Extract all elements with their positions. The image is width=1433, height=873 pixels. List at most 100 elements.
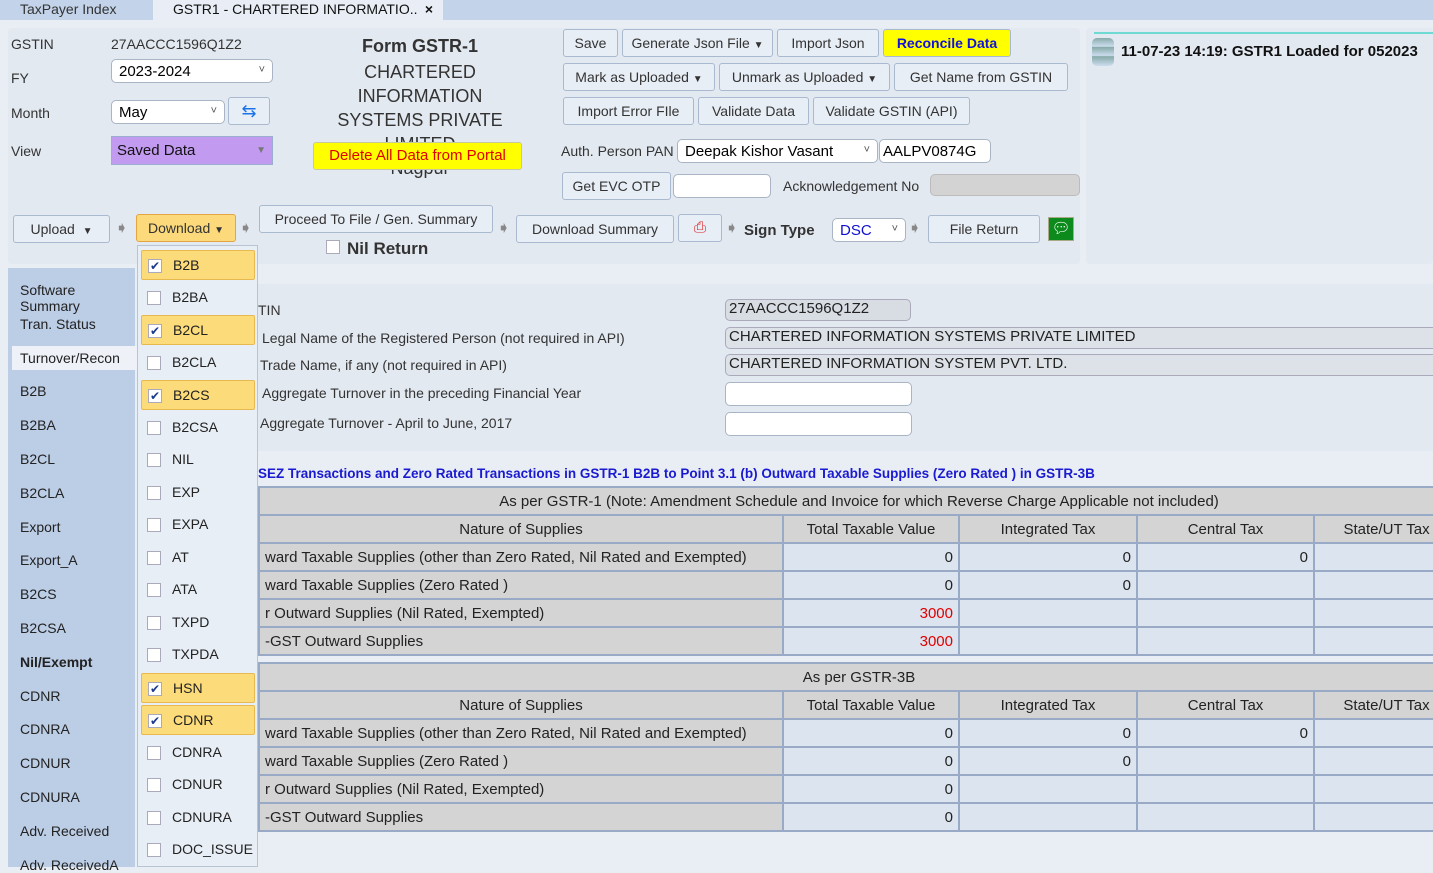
agg-turnover-prev-input[interactable]	[725, 382, 912, 406]
delete-all-data-button[interactable]: Delete All Data from Portal	[313, 142, 522, 170]
nil-return-checkbox[interactable]	[326, 240, 340, 254]
tab-taxpayer-index[interactable]: TaxPayer Index	[0, 0, 137, 20]
download-menu-item[interactable]: TXPDA	[141, 640, 255, 670]
sidebar-item[interactable]: Turnover/Recon	[12, 345, 139, 370]
download-menu-item[interactable]: ATA	[141, 575, 255, 605]
checkbox[interactable]	[147, 290, 161, 305]
download-summary-button[interactable]: Download Summary	[516, 215, 674, 243]
download-menu-item[interactable]: B2BA	[141, 283, 255, 313]
table-cell[interactable]	[1136, 598, 1315, 628]
save-button[interactable]: Save	[563, 29, 618, 57]
table-cell[interactable]: 0	[782, 718, 960, 748]
checkbox[interactable]	[147, 420, 161, 435]
acknowledgement-field[interactable]	[930, 174, 1080, 196]
get-evc-otp-button[interactable]: Get EVC OTP	[562, 172, 671, 200]
checkbox[interactable]	[147, 550, 161, 565]
table-cell[interactable]	[1312, 598, 1433, 628]
table-cell[interactable]	[1136, 802, 1315, 832]
agg-turnover-q1-input[interactable]	[725, 412, 912, 436]
checkbox[interactable]	[147, 778, 161, 792]
download-menu-item[interactable]: CDNUR	[141, 770, 255, 800]
month-select[interactable]: May ˅	[111, 100, 225, 124]
table-cell[interactable]	[958, 774, 1138, 804]
download-menu-item[interactable]: NIL	[141, 445, 255, 475]
download-menu-item[interactable]: CDNURA	[141, 803, 255, 833]
table-cell[interactable]: 0	[958, 570, 1138, 600]
table-cell[interactable]: 0	[958, 718, 1138, 748]
download-button[interactable]: Download ▼	[136, 214, 236, 242]
sidebar-item[interactable]: Software Summary	[20, 282, 135, 314]
import-error-file-button[interactable]: Import Error FIle	[563, 97, 694, 125]
table-cell[interactable]: 3000	[782, 626, 960, 656]
pdf-button[interactable]: ⎙	[678, 214, 722, 242]
checkbox[interactable]	[147, 615, 161, 630]
table-cell[interactable]	[958, 598, 1138, 628]
table-cell[interactable]	[1312, 570, 1433, 600]
sidebar-item[interactable]: B2CSA	[20, 620, 66, 636]
sidebar-item[interactable]: CDNURA	[20, 789, 80, 805]
download-menu-item[interactable]: EXPA	[141, 510, 255, 540]
sidebar-item[interactable]: B2CLA	[20, 485, 64, 501]
table-cell[interactable]	[958, 802, 1138, 832]
auth-pan-field[interactable]: AALPV0874G	[879, 139, 991, 163]
sidebar-item[interactable]: Tran. Status	[20, 316, 96, 332]
table-cell[interactable]: 0	[958, 542, 1138, 572]
download-menu-item[interactable]: ✔ HSN	[141, 672, 255, 703]
sidebar-item[interactable]: B2BA	[20, 417, 56, 433]
get-name-from-gstin-button[interactable]: Get Name from GSTIN	[894, 63, 1068, 91]
refresh-button[interactable]: ⇆	[228, 97, 270, 125]
file-return-button[interactable]: File Return	[928, 215, 1040, 243]
sidebar-item[interactable]: CDNRA	[20, 721, 70, 737]
download-menu-item[interactable]: ✔ B2CL	[141, 315, 255, 345]
sidebar-item[interactable]: B2B	[20, 383, 46, 399]
table-cell[interactable]	[1312, 542, 1433, 572]
sidebar-item[interactable]: B2CL	[20, 451, 55, 467]
reconcile-data-button[interactable]: Reconcile Data	[883, 29, 1011, 57]
close-icon[interactable]: ×	[425, 0, 433, 18]
sidebar-item[interactable]: Adv. Received	[20, 823, 109, 839]
download-menu-item[interactable]: AT	[141, 543, 255, 573]
checkbox[interactable]	[147, 355, 161, 370]
checkbox[interactable]: ✔	[148, 389, 162, 403]
proceed-to-file-button[interactable]: Proceed To File / Gen. Summary	[259, 205, 493, 233]
table-cell[interactable]	[1313, 718, 1433, 748]
sidebar-item[interactable]: CDNUR	[20, 755, 71, 771]
download-menu-item[interactable]: B2CSA	[141, 413, 255, 443]
trade-name-field[interactable]: CHARTERED INFORMATION SYSTEM PVT. LTD.	[725, 354, 1433, 376]
otp-input[interactable]	[673, 174, 771, 198]
checkbox[interactable]: ✔	[148, 714, 162, 728]
table-cell[interactable]	[1136, 626, 1315, 656]
generate-json-button[interactable]: Generate Json File ▼	[622, 29, 773, 57]
sign-type-select[interactable]: DSC ˅	[832, 218, 906, 242]
view-select[interactable]: Saved Data ▼	[111, 136, 273, 165]
validate-data-button[interactable]: Validate Data	[698, 97, 809, 125]
table-cell[interactable]: 0	[1136, 542, 1315, 572]
upload-button[interactable]: Upload ▼	[13, 215, 110, 243]
checkbox[interactable]	[147, 583, 161, 597]
table-cell[interactable]: 0	[782, 570, 960, 600]
table-cell[interactable]	[1136, 774, 1315, 804]
checkbox[interactable]	[147, 485, 161, 500]
sidebar-item[interactable]: B2CS	[20, 586, 57, 602]
import-json-button[interactable]: Import Json	[777, 29, 879, 57]
download-menu-item[interactable]: ✔ B2B	[141, 250, 255, 280]
sidebar-item[interactable]: Export	[20, 519, 60, 535]
download-menu-item[interactable]: B2CLA	[141, 348, 255, 378]
table-cell[interactable]: 0	[782, 542, 960, 572]
validate-gstin-button[interactable]: Validate GSTIN (API)	[813, 97, 970, 125]
auth-person-select[interactable]: Deepak Kishor Vasant ˅	[677, 139, 878, 163]
fy-select[interactable]: 2023-2024 ˅	[111, 59, 273, 83]
table-cell[interactable]: 0	[958, 746, 1138, 776]
table-cell[interactable]	[1313, 774, 1433, 804]
checkbox[interactable]	[147, 453, 161, 467]
checkbox[interactable]: ✔	[148, 259, 162, 273]
legal-name-field[interactable]: CHARTERED INFORMATION SYSTEMS PRIVATE LI…	[725, 327, 1433, 349]
checkbox[interactable]	[147, 810, 161, 825]
download-menu-item[interactable]: ✔ CDNR	[141, 705, 255, 735]
download-menu-item[interactable]: TXPD	[141, 608, 255, 638]
table-cell[interactable]: 3000	[782, 598, 960, 628]
download-menu-item[interactable]: EXP	[141, 478, 255, 508]
checkbox[interactable]: ✔	[148, 324, 162, 338]
checkbox[interactable]: ✔	[148, 681, 162, 696]
table-cell[interactable]	[958, 626, 1138, 656]
